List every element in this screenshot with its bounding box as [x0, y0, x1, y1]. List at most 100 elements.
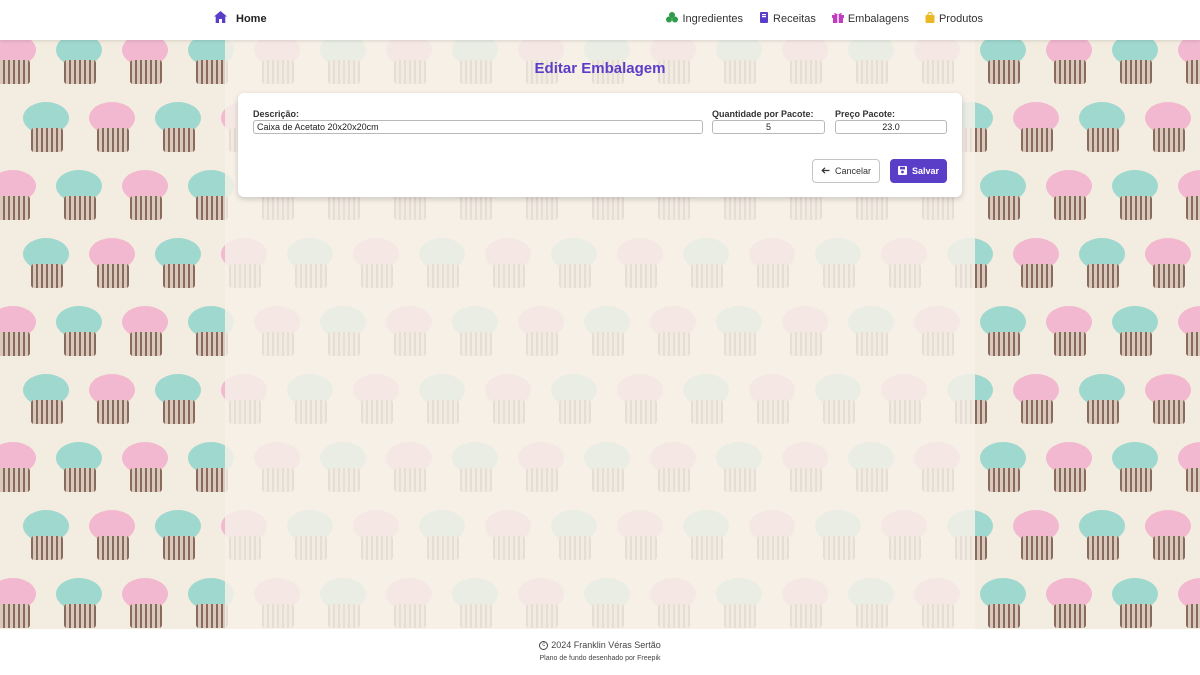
cancel-button-label: Cancelar	[834, 166, 872, 176]
floppy-disk-icon	[897, 165, 907, 177]
cupcake-wrapper	[97, 264, 129, 288]
cupcake-wrapper	[97, 400, 129, 424]
cupcake-wrapper	[1186, 604, 1200, 628]
cupcake-wrapper	[1087, 264, 1119, 288]
cupcake-wrapper	[163, 536, 195, 560]
nav-item-label: Produtos	[938, 13, 983, 25]
descricao-label: Descrição:	[253, 109, 300, 119]
cupcake-wrapper	[1054, 60, 1086, 84]
cupcake-wrapper	[988, 332, 1020, 356]
cupcake-wrapper	[1120, 196, 1152, 220]
cupcake-wrapper	[1120, 60, 1152, 84]
cupcake-wrapper	[1120, 468, 1152, 492]
nav-item-embalagens[interactable]: Embalagens	[831, 12, 909, 26]
footer-copyright-line: c 2024 Franklin Véras Sertão	[0, 640, 1200, 650]
cancel-button[interactable]: Cancelar	[812, 159, 880, 183]
nav-item-label: Receitas	[773, 13, 816, 25]
footer-copyright: 2024 Franklin Véras Sertão	[551, 640, 661, 650]
cupcake-wrapper	[0, 604, 30, 628]
page-title: Editar Embalagem	[534, 60, 666, 77]
cupcake-wrapper	[196, 332, 228, 356]
shopping-bag-icon	[925, 11, 935, 26]
cupcake-wrapper	[1186, 468, 1200, 492]
cupcake-wrapper	[988, 468, 1020, 492]
nav-item-label: Ingredientes	[682, 13, 744, 25]
nav-item-receitas[interactable]: Receitas	[759, 12, 816, 26]
cupcake-wrapper	[64, 468, 96, 492]
cupcake-wrapper	[196, 604, 228, 628]
recipe-book-icon	[759, 12, 769, 26]
cupcake-wrapper	[1054, 604, 1086, 628]
cupcake-wrapper	[1186, 60, 1200, 84]
cupcake-wrapper	[1021, 128, 1053, 152]
cupcake-wrapper	[0, 332, 30, 356]
ingredients-icon	[666, 12, 679, 26]
gift-box-icon	[831, 12, 844, 26]
cupcake-wrapper	[163, 264, 195, 288]
cupcake-wrapper	[1186, 332, 1200, 356]
cupcake-wrapper	[1153, 128, 1185, 152]
cupcake-wrapper	[0, 468, 30, 492]
cupcake-wrapper	[130, 468, 162, 492]
home-icon	[214, 11, 236, 26]
cupcake-wrapper	[31, 128, 63, 152]
cupcake-wrapper	[196, 196, 228, 220]
cupcake-wrapper	[130, 604, 162, 628]
edit-packaging-form: Descrição: Quantidade por Pacote: Preço …	[238, 93, 962, 197]
cupcake-wrapper	[0, 60, 30, 84]
quantidade-input[interactable]	[712, 120, 825, 134]
cupcake-wrapper	[988, 604, 1020, 628]
cupcake-wrapper	[1021, 264, 1053, 288]
cupcake-wrapper	[0, 196, 30, 220]
cupcake-wrapper	[64, 196, 96, 220]
cupcake-wrapper	[1153, 536, 1185, 560]
cupcake-wrapper	[1021, 536, 1053, 560]
arrow-left-icon	[821, 166, 830, 176]
cupcake-wrapper	[1054, 196, 1086, 220]
descricao-input[interactable]	[253, 120, 703, 134]
cupcake-wrapper	[1153, 400, 1185, 424]
cupcake-wrapper	[64, 60, 96, 84]
cupcake-wrapper	[1054, 332, 1086, 356]
preco-label: Preço Pacote:	[835, 109, 896, 119]
cupcake-wrapper	[97, 128, 129, 152]
cupcake-wrapper	[31, 400, 63, 424]
cupcake-wrapper	[988, 60, 1020, 84]
cupcake-wrapper	[1087, 400, 1119, 424]
nav-item-produtos[interactable]: Produtos	[925, 11, 983, 26]
top-navbar: Home Ingredientes Receitas Embalagens Pr…	[0, 0, 1200, 40]
cupcake-wrapper	[130, 60, 162, 84]
cupcake-wrapper	[130, 196, 162, 220]
cupcake-wrapper	[163, 128, 195, 152]
cupcake-wrapper	[196, 468, 228, 492]
nav-home-label: Home	[236, 12, 267, 25]
nav-menu: Ingredientes Receitas Embalagens Produto…	[666, 11, 983, 26]
cupcake-wrapper	[163, 400, 195, 424]
cupcake-wrapper	[1120, 604, 1152, 628]
copyright-icon: c	[539, 640, 549, 650]
nav-home-link[interactable]: Home	[214, 11, 267, 26]
cupcake-wrapper	[1186, 196, 1200, 220]
cupcake-wrapper	[1087, 536, 1119, 560]
cupcake-wrapper	[31, 536, 63, 560]
cupcake-wrapper	[97, 536, 129, 560]
save-button-label: Salvar	[911, 166, 940, 176]
cupcake-wrapper	[1021, 400, 1053, 424]
cupcake-wrapper	[988, 196, 1020, 220]
cupcake-wrapper	[64, 604, 96, 628]
cupcake-wrapper	[64, 332, 96, 356]
cupcake-wrapper	[1054, 468, 1086, 492]
nav-item-label: Embalagens	[847, 13, 909, 25]
footer-credit: Plano de fundo desenhado por Freepik	[539, 655, 661, 662]
cupcake-wrapper	[1087, 128, 1119, 152]
cupcake-wrapper	[31, 264, 63, 288]
preco-input[interactable]	[835, 120, 947, 134]
cupcake-wrapper	[1153, 264, 1185, 288]
cupcake-wrapper	[1120, 332, 1152, 356]
cupcake-wrapper	[130, 332, 162, 356]
cupcake-wrapper	[196, 60, 228, 84]
quantidade-label: Quantidade por Pacote:	[712, 109, 814, 119]
save-button[interactable]: Salvar	[890, 159, 947, 183]
footer: c 2024 Franklin Véras Sertão Plano de fu…	[0, 629, 1200, 675]
nav-item-ingredientes[interactable]: Ingredientes	[666, 12, 743, 26]
